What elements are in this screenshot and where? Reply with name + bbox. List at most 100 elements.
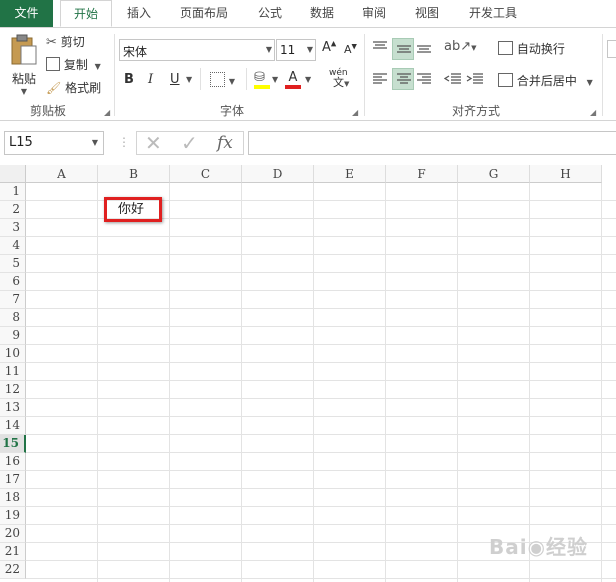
row-header-5[interactable]: 5 [0, 255, 26, 273]
bottom-align-button[interactable] [416, 40, 434, 58]
scissors-icon: ✂ [46, 35, 57, 50]
fill-color-button[interactable]: ⛁ [254, 70, 270, 89]
copy-button[interactable]: 复制 ▼ [46, 56, 101, 74]
row-header-9[interactable]: 9 [0, 327, 26, 345]
font-color-dropdown-icon[interactable]: ▼ [305, 75, 311, 84]
tab-review[interactable]: 审阅 [352, 0, 396, 27]
row-gridline [26, 470, 616, 471]
borders-button[interactable]: ▼ [210, 72, 235, 90]
merge-center-button[interactable]: 合并后居中 ▼ [498, 72, 593, 89]
row-gridline [26, 488, 616, 489]
top-align-button[interactable] [372, 40, 390, 58]
fill-color-dropdown-icon[interactable]: ▼ [272, 75, 278, 84]
column-header-f[interactable]: F [386, 165, 458, 183]
decrease-font-icon: A▼ [344, 42, 357, 56]
row-header-12[interactable]: 12 [0, 381, 26, 399]
tab-page-layout[interactable]: 页面布局 [168, 0, 240, 27]
font-launcher-icon[interactable]: ◢ [352, 108, 358, 117]
underline-button[interactable]: U [170, 72, 180, 87]
copy-dropdown-icon[interactable]: ▼ [95, 62, 101, 71]
row-gridline [26, 290, 616, 291]
tab-data[interactable]: 数据 [300, 0, 344, 27]
tab-file[interactable]: 文件 [0, 0, 53, 27]
row-header-10[interactable]: 10 [0, 345, 26, 363]
font-size-value: 11 [280, 43, 296, 57]
align-center-button[interactable] [392, 68, 414, 90]
row-gridline [26, 380, 616, 381]
column-header-c[interactable]: C [170, 165, 242, 183]
tab-developer[interactable]: 开发工具 [457, 0, 529, 27]
font-name-select[interactable]: 宋体 ▼ [119, 39, 275, 61]
column-header-h[interactable]: H [530, 165, 602, 183]
row-header-21[interactable]: 21 [0, 543, 26, 561]
fill-color-swatch [254, 85, 270, 89]
row-header-13[interactable]: 13 [0, 399, 26, 417]
bold-button[interactable]: B [124, 72, 134, 87]
cut-label: 剪切 [60, 35, 85, 49]
row-header-16[interactable]: 16 [0, 453, 26, 471]
increase-indent-button[interactable] [466, 72, 484, 89]
insert-function-icon[interactable]: fx [217, 132, 233, 154]
alignment-launcher-icon[interactable]: ◢ [590, 108, 596, 117]
phonetic-guide-button[interactable]: wén 文▼ [329, 68, 349, 89]
align-left-button[interactable] [372, 72, 388, 89]
decrease-indent-button[interactable] [443, 72, 462, 89]
column-header-e[interactable]: E [314, 165, 386, 183]
copy-label: 复制 [63, 58, 88, 72]
row-header-8[interactable]: 8 [0, 309, 26, 327]
row-header-2[interactable]: 2 [0, 201, 26, 219]
row-header-7[interactable]: 7 [0, 291, 26, 309]
font-color-button[interactable]: A [285, 70, 301, 89]
row-header-1[interactable]: 1 [0, 183, 26, 201]
cut-button[interactable]: ✂ 剪切 [46, 33, 85, 51]
border-icon [210, 72, 225, 87]
paste-button[interactable]: 粘贴 ▼ [8, 34, 40, 96]
column-header-b[interactable]: B [98, 165, 170, 183]
underline-dropdown-icon[interactable]: ▼ [186, 75, 192, 84]
row-gridline [26, 434, 616, 435]
tab-insert[interactable]: 插入 [117, 0, 161, 27]
wrap-text-button[interactable]: 自动换行 [498, 40, 565, 57]
row-header-19[interactable]: 19 [0, 507, 26, 525]
decrease-font-size-button[interactable]: A▼ [344, 42, 357, 56]
number-format-select[interactable] [607, 40, 616, 58]
row-gridline [26, 272, 616, 273]
watermark-logo: Bai◉经验 [488, 535, 588, 559]
row-header-15[interactable]: 15 [0, 435, 26, 453]
align-right-button[interactable] [416, 72, 432, 89]
row-gridline [26, 452, 616, 453]
row-header-3[interactable]: 3 [0, 219, 26, 237]
align-middle-icon [397, 45, 411, 53]
tab-view[interactable]: 视图 [405, 0, 449, 27]
orientation-button[interactable]: ab↗▼ [444, 39, 477, 54]
row-header-4[interactable]: 4 [0, 237, 26, 255]
row-gridline [26, 236, 616, 237]
row-header-11[interactable]: 11 [0, 363, 26, 381]
format-painter-button[interactable]: 🖌 格式刷 [46, 79, 101, 97]
column-header-a[interactable]: A [26, 165, 98, 183]
column-header-d[interactable]: D [242, 165, 314, 183]
name-box[interactable]: L15 ▼ [4, 131, 104, 155]
formula-input[interactable] [248, 131, 616, 155]
font-size-select[interactable]: 11 ▼ [276, 39, 316, 61]
confirm-entry-icon[interactable]: ✓ [181, 132, 198, 154]
row-header-20[interactable]: 20 [0, 525, 26, 543]
select-all-corner[interactable] [0, 165, 26, 183]
cancel-entry-icon[interactable]: ✕ [145, 132, 162, 154]
tab-home[interactable]: 开始 [60, 0, 112, 27]
format-painter-label: 格式刷 [65, 81, 102, 95]
column-header-g[interactable]: G [458, 165, 530, 183]
row-header-22[interactable]: 22 [0, 561, 26, 579]
increase-font-size-button[interactable]: A▲ [322, 40, 336, 55]
tab-formulas[interactable]: 公式 [248, 0, 292, 27]
row-header-18[interactable]: 18 [0, 489, 26, 507]
row-header-6[interactable]: 6 [0, 273, 26, 291]
italic-button[interactable]: I [148, 72, 153, 87]
middle-align-button[interactable] [392, 38, 414, 60]
group-divider-2 [364, 34, 365, 116]
row-header-14[interactable]: 14 [0, 417, 26, 435]
paste-dropdown-icon[interactable]: ▼ [8, 87, 40, 96]
font-name-value: 宋体 [123, 45, 148, 59]
clipboard-launcher-icon[interactable]: ◢ [104, 108, 110, 117]
row-header-17[interactable]: 17 [0, 471, 26, 489]
